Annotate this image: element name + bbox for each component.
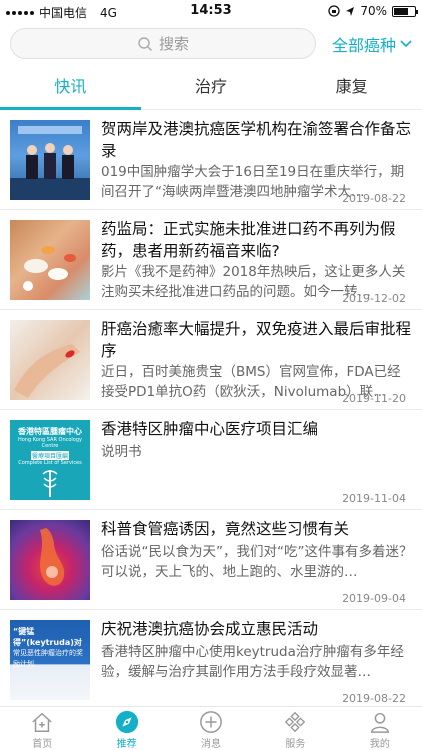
thumb-caption: 醫療項目匯編 — [31, 451, 69, 460]
news-thumbnail — [10, 320, 90, 400]
news-item[interactable]: 科普食管癌诱因，竟然这些习惯有关 俗话说“民以食为天”，我们对“吃”这件事有多着… — [0, 510, 422, 610]
orientation-lock-icon — [328, 5, 340, 17]
status-right: 70% — [328, 4, 418, 18]
category-tabs: 快讯 治疗 康复 — [0, 66, 422, 110]
news-title: 科普食管癌诱因，竟然这些习惯有关 — [101, 520, 350, 538]
bottom-nav: 首页 推荐 消息 服务 我的 — [0, 706, 422, 750]
home-icon — [32, 712, 52, 732]
news-title: 香港特区肿瘤中心医疗项目汇编 — [101, 420, 319, 438]
plus-circle-icon — [200, 711, 222, 733]
search-row: 搜索 全部癌种 — [0, 26, 422, 62]
news-date: 2019-12-02 — [342, 292, 406, 305]
news-item[interactable]: “键锰得”(keytruda)对 常见恶性肿瘤治疗的奖励计划 庆祝港澳抗癌协会成… — [0, 610, 422, 706]
search-icon — [138, 36, 152, 51]
nav-label: 首页 — [32, 739, 53, 750]
thumb-caption: 香港特區腫瘤中心 — [18, 427, 82, 436]
news-thumbnail — [10, 120, 90, 200]
tab-treatment[interactable]: 治疗 — [141, 66, 282, 109]
news-summary: 说明书 — [101, 444, 142, 460]
category-label: 全部癌种 — [331, 36, 396, 55]
news-date: 2019-11-20 — [342, 392, 406, 405]
grid-icon — [285, 711, 306, 733]
news-date: 2019-08-22 — [342, 692, 406, 705]
tab-recovery[interactable]: 康复 — [281, 66, 422, 109]
battery-icon — [392, 5, 418, 17]
news-summary: 俗话说“民以食为天”，我们对“吃”这件事有多着迷？可以说，天上飞的、地上跑的、水… — [101, 544, 413, 580]
thumb-caption: 常见恶性肿瘤治疗的奖励计划 — [13, 649, 83, 668]
news-summary: 香港特区肿瘤中心使用keytruda治疗肿瘤有多年经验，缓解与治疗其副作用方法手… — [101, 644, 404, 680]
caduceus-icon — [42, 470, 58, 497]
news-item[interactable]: 贺两岸及港澳抗癌医学机构在渝签署合作备忘录 019中国肿瘤学大会于16日至19日… — [0, 110, 422, 210]
nav-messages[interactable]: 消息 — [169, 707, 253, 750]
battery-level — [394, 7, 408, 15]
news-title: 庆祝港澳抗癌协会成立惠民活动 — [101, 620, 319, 638]
location-icon — [346, 6, 355, 16]
news-title: 贺两岸及港澳抗癌医学机构在渝签署合作备忘录 — [101, 120, 412, 160]
news-list: 贺两岸及港澳抗癌医学机构在渝签署合作备忘录 019中国肿瘤学大会于16日至19日… — [0, 110, 422, 706]
user-icon — [370, 712, 389, 733]
news-title: 肝癌治癒率大幅提升，双免疫进入最后审批程序 — [101, 320, 412, 360]
news-thumbnail — [10, 520, 90, 600]
nav-label: 我的 — [369, 739, 390, 750]
nav-home[interactable]: 首页 — [0, 707, 84, 750]
thumb-caption: Complete List of Services — [18, 460, 82, 466]
nav-recommend[interactable]: 推荐 — [84, 707, 168, 750]
news-item[interactable]: 药监局：正式实施未批准进口药不再列为假药，患者用新药福音来临? 影片《我不是药神… — [0, 210, 422, 310]
status-bar: 中国电信 4G 14:53 70% — [0, 0, 422, 22]
nav-services[interactable]: 服务 — [253, 707, 337, 750]
chevron-down-icon — [400, 40, 412, 48]
nav-label: 推荐 — [116, 739, 137, 750]
news-thumbnail: 香港特區腫瘤中心 Hong Kong SAR Oncology Centre 醫… — [10, 420, 90, 500]
thumb-caption: Hong Kong SAR Oncology Centre — [17, 437, 83, 449]
news-date: 2019-08-22 — [342, 192, 406, 205]
nav-label: 消息 — [201, 739, 222, 750]
news-date: 2019-09-04 — [342, 592, 406, 605]
thumb-caption: “键锰得”(keytruda)对 — [13, 627, 82, 647]
news-item[interactable]: 肝癌治癒率大幅提升，双免疫进入最后审批程序 近日，百时美施贵宝（BMS）官网宣佈… — [0, 310, 422, 410]
cancer-category-dropdown[interactable]: 全部癌种 — [332, 32, 412, 56]
battery-percent: 70% — [360, 4, 387, 18]
news-thumbnail: “键锰得”(keytruda)对 常见恶性肿瘤治疗的奖励计划 — [10, 620, 90, 700]
search-input[interactable]: 搜索 — [10, 28, 316, 59]
search-placeholder: 搜索 — [158, 35, 189, 53]
nav-profile[interactable]: 我的 — [338, 707, 422, 750]
compass-icon — [115, 710, 138, 734]
tab-news[interactable]: 快讯 — [0, 66, 141, 110]
news-title: 药监局：正式实施未批准进口药不再列为假药，患者用新药福音来临? — [101, 220, 396, 260]
news-item[interactable]: 香港特區腫瘤中心 Hong Kong SAR Oncology Centre 醫… — [0, 410, 422, 510]
news-thumbnail — [10, 220, 90, 300]
nav-label: 服务 — [285, 739, 306, 750]
news-date: 2019-11-04 — [342, 492, 406, 505]
